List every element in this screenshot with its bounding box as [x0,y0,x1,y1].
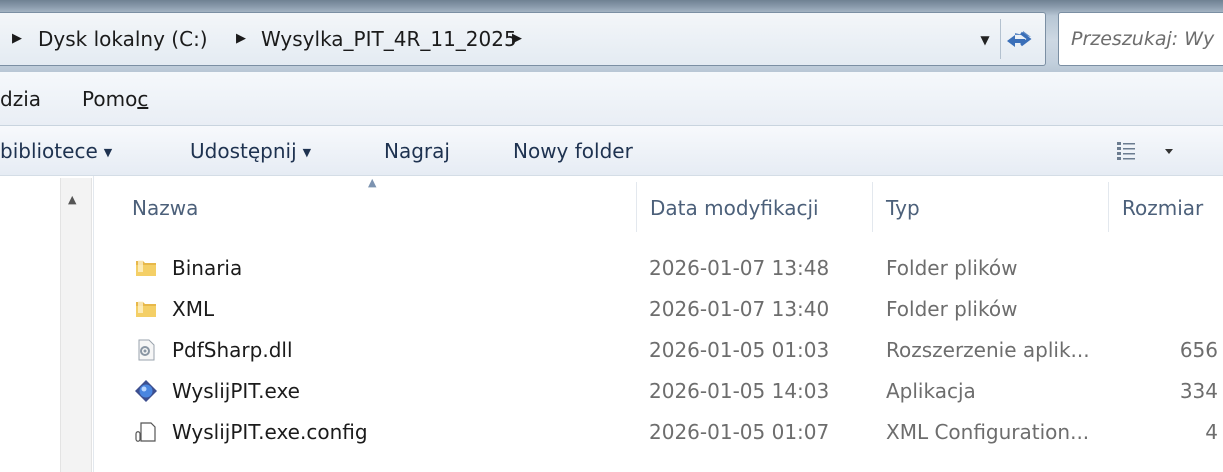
column-header-name[interactable]: Nazwa [118,180,636,236]
address-bar[interactable]: ▶ Dysk lokalny (C:) ▶ Wysylka_PIT_4R_11_… [0,12,1046,66]
file-row[interactable]: WyslijPIT.exe.config 2026-01-05 01:07 XM… [100,414,1223,450]
file-type: Rozszerzenie aplik... [886,338,1090,362]
refresh-button[interactable] [1000,19,1038,59]
menu-item-help[interactable]: Pomoc [82,72,148,126]
file-size: 656 [1179,338,1218,362]
column-header-size[interactable]: Rozmiar [1108,180,1223,236]
file-date: 2026-01-05 01:07 [649,420,830,444]
include-in-library-label: bibliotece [0,139,98,163]
file-name: XML [172,297,215,321]
file-name: WyslijPIT.exe.config [172,420,368,444]
file-row[interactable]: PdfSharp.dll 2026-01-05 01:03 Rozszerzen… [100,332,1223,368]
breadcrumb-arrow-icon[interactable]: ▶ [12,13,22,65]
file-size: 4 [1205,420,1218,444]
search-input[interactable]: Przeszukaj: Wy [1058,12,1223,66]
menu-bar: dzia Pomoc [0,72,1223,126]
file-date: 2026-01-05 14:03 [649,379,830,403]
search-placeholder: Przeszukaj: Wy [1071,28,1215,50]
nav-scrollbar[interactable] [60,178,92,472]
menu-item-tools[interactable]: dzia [0,72,41,126]
breadcrumb-arrow-icon[interactable]: ▶ [236,13,246,65]
file-size [1100,250,1218,286]
application-icon [135,380,157,402]
folder-icon [136,301,156,317]
share-button[interactable]: Udostępnij ▼ [190,126,311,176]
chevron-down-icon: ▼ [103,146,113,159]
address-bar-area: ▶ Dysk lokalny (C:) ▶ Wysylka_PIT_4R_11_… [0,0,1223,72]
file-row[interactable]: WyslijPIT.exe 2026-01-05 14:03 Aplikacja… [100,373,1223,409]
dll-icon [138,339,155,361]
file-name: Binaria [172,256,243,280]
new-folder-button[interactable]: Nowy folder [513,126,633,176]
file-type: Folder plików [886,297,1018,321]
breadcrumb-arrow-icon[interactable]: ▶ [512,13,522,65]
file-date: 2026-01-07 13:40 [649,297,830,321]
burn-button[interactable]: Nagraj [384,126,450,176]
change-view-button[interactable] [1113,139,1183,163]
file-type: XML Configuration... [886,420,1090,444]
address-history-dropdown-icon[interactable]: ▼ [976,13,994,65]
file-size: 334 [1179,379,1218,403]
scroll-up-arrow-icon[interactable]: ▲ [68,193,76,206]
file-name: PdfSharp.dll [172,338,293,362]
share-label: Udostępnij [190,139,297,163]
command-toolbar: bibliotece ▼ Udostępnij ▼ Nagraj Nowy fold… [0,126,1223,176]
column-header-date[interactable]: Data modyfikacji [636,180,872,236]
file-size [1100,291,1218,327]
file-type: Folder plików [886,256,1018,280]
breadcrumb-local-disk[interactable]: Dysk lokalny (C:) [38,13,208,65]
column-header-type[interactable]: Typ [872,180,1108,236]
include-in-library-button[interactable]: bibliotece ▼ [0,126,112,176]
config-file-icon [135,422,156,442]
file-row[interactable]: XML 2026-01-07 13:40 Folder plików [100,291,1223,327]
breadcrumb-current-folder[interactable]: Wysylka_PIT_4R_11_2025 [261,13,517,65]
file-date: 2026-01-05 01:03 [649,338,830,362]
file-date: 2026-01-07 13:48 [649,256,830,280]
sort-ascending-icon: ▲ [368,176,377,189]
file-row[interactable]: Binaria 2026-01-07 13:48 Folder plików [100,250,1223,286]
chevron-down-icon: ▼ [302,146,312,159]
file-name: WyslijPIT.exe [172,379,300,403]
folder-icon [136,260,156,276]
file-type: Aplikacja [886,379,976,403]
refresh-icon [1007,31,1032,47]
details-view-icon [1117,142,1173,160]
